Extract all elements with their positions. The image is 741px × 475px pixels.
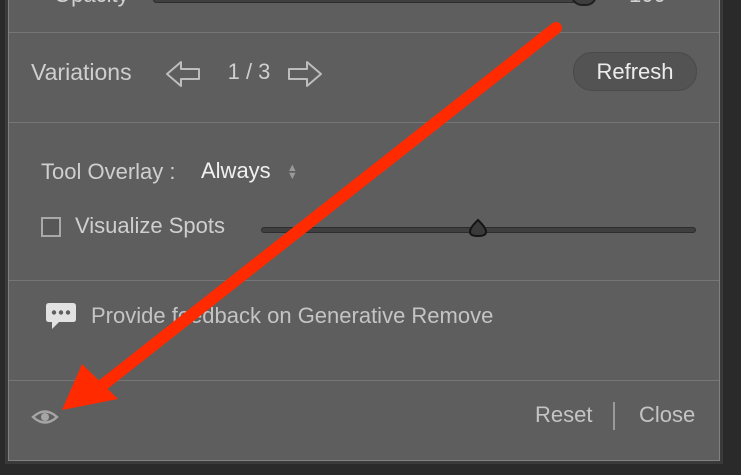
close-button[interactable]: Close xyxy=(639,402,695,428)
next-variation-button[interactable] xyxy=(287,59,323,89)
variation-counter: 1 / 3 xyxy=(227,59,271,84)
opacity-slider-thumb[interactable] xyxy=(571,0,597,6)
button-separator xyxy=(613,402,615,430)
opacity-label: Opacity xyxy=(54,0,129,8)
visualize-spots-slider-thumb[interactable] xyxy=(468,218,488,238)
previous-variation-button[interactable] xyxy=(165,59,201,89)
arrow-right-icon xyxy=(288,61,322,87)
variations-label: Variations xyxy=(31,59,132,85)
arrow-left-icon xyxy=(166,61,200,87)
reset-button[interactable]: Reset xyxy=(535,402,592,428)
section-divider xyxy=(9,122,719,123)
up-down-chevron-icon: ▲ ▼ xyxy=(286,162,298,183)
eye-icon[interactable] xyxy=(31,407,59,427)
feedback-link[interactable]: Provide feedback on Generative Remove xyxy=(91,303,493,329)
opacity-value[interactable]: 100 xyxy=(629,0,666,8)
tool-overlay-select[interactable]: Always ▲ ▼ xyxy=(201,158,298,186)
visualize-spots-checkbox[interactable] xyxy=(41,217,61,237)
section-divider xyxy=(9,32,719,33)
visualize-spots-label: Visualize Spots xyxy=(75,213,226,238)
speech-bubble-icon xyxy=(46,303,76,329)
opacity-slider-track[interactable] xyxy=(153,0,585,3)
tool-overlay-value: Always xyxy=(201,158,271,183)
generative-remove-panel: Opacity 100 Variations 1 / 3 Refresh Too… xyxy=(8,0,720,461)
section-divider xyxy=(9,280,719,281)
refresh-button[interactable]: Refresh xyxy=(573,52,697,91)
tool-overlay-label: Tool Overlay : xyxy=(41,159,176,184)
section-divider xyxy=(9,380,719,381)
